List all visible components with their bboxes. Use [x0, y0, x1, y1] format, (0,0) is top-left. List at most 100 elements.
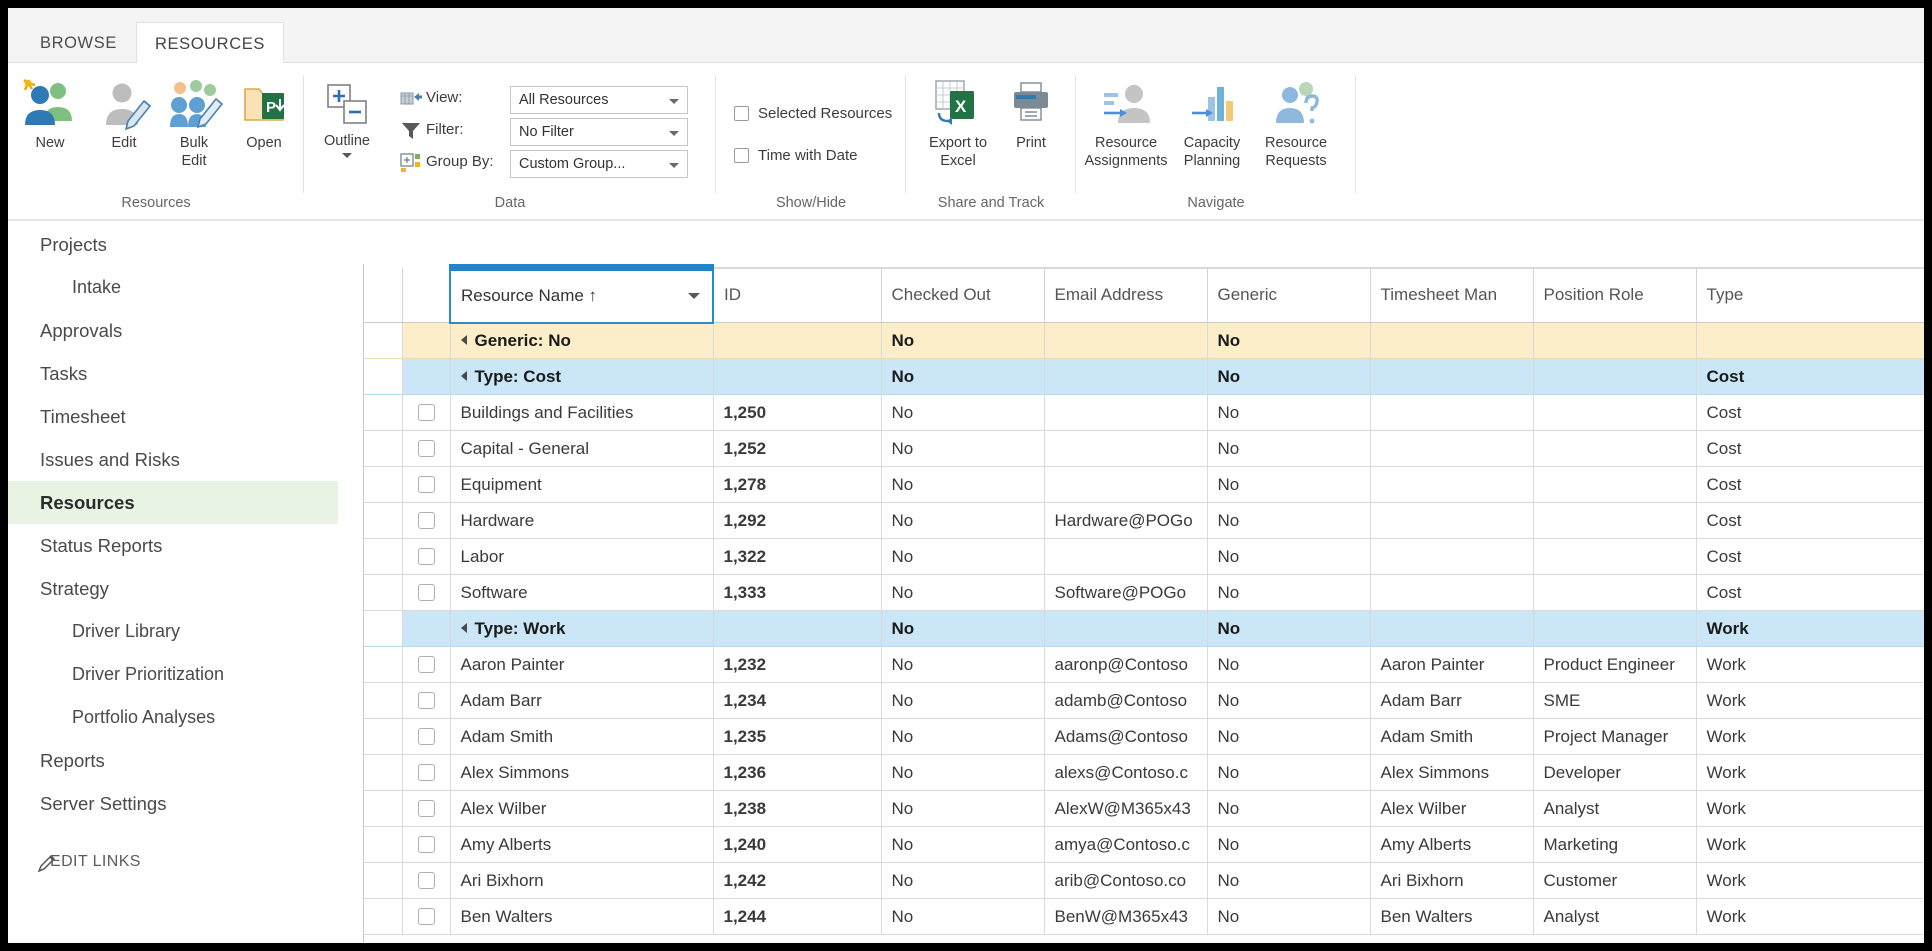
resource-name-cell[interactable]: Ari Bixhorn [450, 862, 714, 899]
table-row[interactable]: Ben Walters 1,244 No BenW@M365x43 No Ben Walt… [364, 898, 1924, 935]
cell-pr[interactable]: Marketing [1533, 826, 1697, 863]
row-checkbox-cell[interactable] [402, 502, 451, 539]
cell-gen[interactable]: No [1207, 394, 1371, 431]
cell-ty[interactable]: Work [1696, 898, 1924, 935]
resource-name-cell[interactable]: Generic: No [450, 322, 714, 359]
cell-em[interactable]: Software@POGo [1044, 574, 1208, 611]
resource-name-cell[interactable]: Aaron Painter [450, 646, 714, 683]
cell-ty[interactable]: Cost [1696, 538, 1924, 575]
row-selector-cell[interactable] [364, 358, 403, 395]
row-checkbox[interactable] [417, 548, 435, 565]
cell-ty[interactable]: Cost [1696, 358, 1924, 395]
cell-ts[interactable]: Alex Wilber [1370, 790, 1534, 827]
row-checkbox[interactable] [417, 908, 435, 925]
row-checkbox-cell[interactable] [402, 394, 451, 431]
row-selector-cell[interactable] [364, 502, 403, 539]
cell-co[interactable]: No [881, 682, 1045, 719]
row-selector-cell[interactable] [364, 718, 403, 755]
cell-co[interactable]: No [881, 610, 1045, 647]
cell-pr[interactable] [1533, 322, 1697, 359]
cell-gen[interactable]: No [1207, 790, 1371, 827]
row-checkbox-cell[interactable] [402, 538, 451, 575]
group-header-row[interactable]: Type: Cost No No Cost [364, 358, 1924, 395]
resource-requests-button[interactable]: Resource Requests [1252, 75, 1340, 169]
row-selector-cell[interactable] [364, 646, 403, 683]
cell-id[interactable] [713, 610, 882, 647]
table-row[interactable]: Adam Smith 1,235 No Adams@Contoso No Adam Smi… [364, 718, 1924, 755]
cell-ty[interactable]: Work [1696, 646, 1924, 683]
groupby-select[interactable]: Custom Group... [510, 150, 688, 178]
resource-name-cell[interactable]: Type: Cost [450, 358, 714, 395]
cell-pr[interactable]: Product Engineer [1533, 646, 1697, 683]
resource-name-cell[interactable]: Alex Simmons [450, 754, 714, 791]
column-header-ty[interactable]: Type [1696, 266, 1924, 323]
cell-pr[interactable] [1533, 610, 1697, 647]
cell-ts[interactable] [1370, 538, 1534, 575]
group-header-row[interactable]: Generic: No No No [364, 322, 1924, 359]
sidebar-item-timesheet[interactable]: Timesheet [8, 395, 338, 438]
row-selector-cell[interactable] [364, 466, 403, 503]
filter-chevron-down-icon[interactable] [669, 131, 679, 136]
cell-ts[interactable] [1370, 502, 1534, 539]
resource-name-cell[interactable]: Amy Alberts [450, 826, 714, 863]
row-checkbox[interactable] [417, 584, 435, 601]
cell-id[interactable]: 1,234 [713, 682, 882, 719]
row-selector-cell[interactable] [364, 394, 403, 431]
table-row[interactable]: Ari Bixhorn 1,242 No arib@Contoso.co No Ari B… [364, 862, 1924, 899]
row-selector-cell[interactable] [364, 610, 403, 647]
cell-ty[interactable]: Work [1696, 682, 1924, 719]
row-checkbox[interactable] [417, 836, 435, 853]
row-checkbox[interactable] [417, 440, 435, 457]
cell-co[interactable]: No [881, 646, 1045, 683]
row-checkbox[interactable] [417, 692, 435, 709]
time-with-date-checkbox-row[interactable]: Time with Date [734, 145, 904, 171]
cell-ty[interactable]: Work [1696, 862, 1924, 899]
cell-id[interactable]: 1,322 [713, 538, 882, 575]
column-header-name[interactable]: Resource Name ↑ [449, 264, 714, 324]
resource-name-cell[interactable]: Equipment [450, 466, 714, 503]
row-selector-cell[interactable] [364, 322, 403, 359]
cell-em[interactable] [1044, 466, 1208, 503]
row-checkbox-cell[interactable] [402, 718, 451, 755]
resources-grid[interactable]: Resource Name ↑ ID Checked Out Email Addres… [363, 264, 1924, 943]
cell-id[interactable]: 1,252 [713, 430, 882, 467]
resource-assignments-button[interactable]: Resource Assignments [1080, 75, 1172, 169]
row-checkbox-cell[interactable] [402, 826, 451, 863]
cell-ty[interactable]: Cost [1696, 502, 1924, 539]
cell-pr[interactable]: Project Manager [1533, 718, 1697, 755]
cell-em[interactable] [1044, 538, 1208, 575]
cell-co[interactable]: No [881, 358, 1045, 395]
sidebar-item-strategy[interactable]: Strategy [8, 567, 338, 610]
cell-gen[interactable]: No [1207, 322, 1371, 359]
table-row[interactable]: Buildings and Facilities 1,250 No No Cost [364, 394, 1924, 431]
cell-em[interactable] [1044, 322, 1208, 359]
table-row[interactable]: Alex Simmons 1,236 No alexs@Contoso.c No Alex… [364, 754, 1924, 791]
row-selector-cell[interactable] [364, 754, 403, 791]
sidebar-item-driver-prioritization[interactable]: Driver Prioritization [8, 653, 338, 696]
cell-ts[interactable]: Alex Simmons [1370, 754, 1534, 791]
cell-id[interactable]: 1,278 [713, 466, 882, 503]
cell-em[interactable]: adamb@Contoso [1044, 682, 1208, 719]
row-checkbox-cell[interactable] [402, 862, 451, 899]
resource-name-cell[interactable]: Software [450, 574, 714, 611]
cell-ts[interactable]: Ari Bixhorn [1370, 862, 1534, 899]
cell-ts[interactable]: Aaron Painter [1370, 646, 1534, 683]
cell-id[interactable]: 1,232 [713, 646, 882, 683]
cell-gen[interactable]: No [1207, 898, 1371, 935]
cell-em[interactable] [1044, 610, 1208, 647]
row-checkbox[interactable] [417, 512, 435, 529]
collapse-triangle-icon[interactable] [460, 370, 467, 381]
cell-id[interactable]: 1,250 [713, 394, 882, 431]
cell-pr[interactable] [1533, 538, 1697, 575]
cell-co[interactable]: No [881, 826, 1045, 863]
cell-pr[interactable]: Customer [1533, 862, 1697, 899]
cell-ty[interactable]: Work [1696, 790, 1924, 827]
capacity-planning-button[interactable]: Capacity Planning [1168, 75, 1256, 169]
row-checkbox-cell[interactable] [402, 898, 451, 935]
column-header-co[interactable]: Checked Out [881, 266, 1045, 323]
cell-em[interactable]: BenW@M365x43 [1044, 898, 1208, 935]
sidebar-item-status-reports[interactable]: Status Reports [8, 524, 338, 567]
row-checkbox-cell[interactable] [402, 322, 451, 359]
row-selector-cell[interactable] [364, 574, 403, 611]
cell-pr[interactable] [1533, 502, 1697, 539]
